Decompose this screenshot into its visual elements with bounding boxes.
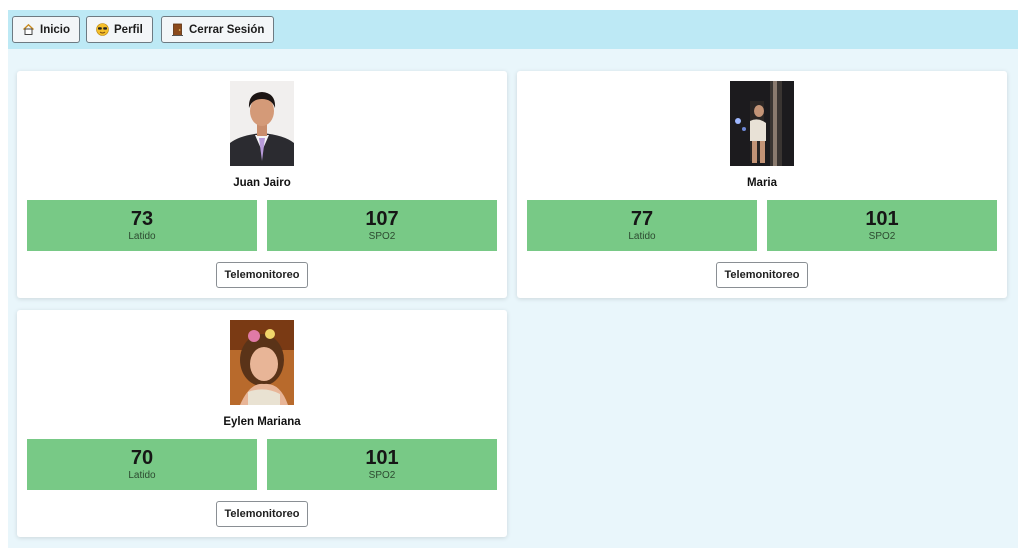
cerrar-sesion-button[interactable]: Cerrar Sesión bbox=[161, 16, 275, 43]
spo2-label: SPO2 bbox=[868, 231, 896, 242]
patient-name: Juan Jairo bbox=[233, 177, 291, 189]
inicio-button[interactable]: Inicio bbox=[12, 16, 81, 43]
patient-card: Eylen Mariana 70 Latido 101 SPO2 Telemon… bbox=[17, 310, 507, 537]
heart-rate-tile: 73 Latido bbox=[27, 200, 257, 251]
cerrar-sesion-label: Cerrar Sesión bbox=[189, 23, 265, 36]
perfil-button[interactable]: Perfil bbox=[86, 16, 153, 43]
inicio-label: Inicio bbox=[40, 23, 71, 36]
spo2-tile: 101 SPO2 bbox=[767, 200, 997, 251]
door-icon bbox=[171, 23, 184, 36]
heart-rate-value: 73 bbox=[130, 208, 154, 230]
spo2-tile: 101 SPO2 bbox=[267, 439, 497, 490]
patient-photo bbox=[230, 81, 294, 166]
patient-photo bbox=[230, 320, 294, 405]
patient-card: Juan Jairo 73 Latido 107 SPO2 Telemonito… bbox=[17, 71, 507, 298]
heart-rate-value: 77 bbox=[630, 208, 654, 230]
telemonitoreo-button[interactable]: Telemonitoreo bbox=[216, 501, 308, 527]
app-container: Inicio Perfil Cerrar Sesión Juan Jairo 7… bbox=[8, 10, 1018, 548]
telemonitoreo-button[interactable]: Telemonitoreo bbox=[216, 262, 308, 288]
perfil-label: Perfil bbox=[114, 23, 143, 36]
patient-name: Eylen Mariana bbox=[223, 416, 301, 428]
spo2-label: SPO2 bbox=[368, 470, 396, 481]
top-navbar: Inicio Perfil Cerrar Sesión bbox=[8, 10, 1018, 49]
heart-rate-value: 70 bbox=[130, 447, 154, 469]
heart-rate-label: Latido bbox=[628, 231, 656, 242]
heart-rate-label: Latido bbox=[128, 231, 156, 242]
spo2-value: 101 bbox=[365, 447, 399, 469]
spo2-value: 101 bbox=[865, 208, 899, 230]
spo2-tile: 107 SPO2 bbox=[267, 200, 497, 251]
heart-rate-tile: 70 Latido bbox=[27, 439, 257, 490]
patient-photo bbox=[730, 81, 794, 166]
telemonitoreo-button[interactable]: Telemonitoreo bbox=[716, 262, 808, 288]
patient-card: Maria 77 Latido 101 SPO2 Telemonitoreo bbox=[517, 71, 1007, 298]
heart-rate-tile: 77 Latido bbox=[527, 200, 757, 251]
spo2-value: 107 bbox=[365, 208, 399, 230]
sunglasses-face-icon bbox=[96, 23, 109, 36]
heart-rate-label: Latido bbox=[128, 470, 156, 481]
patient-name: Maria bbox=[746, 177, 778, 189]
spo2-label: SPO2 bbox=[368, 231, 396, 242]
home-icon bbox=[22, 23, 35, 36]
